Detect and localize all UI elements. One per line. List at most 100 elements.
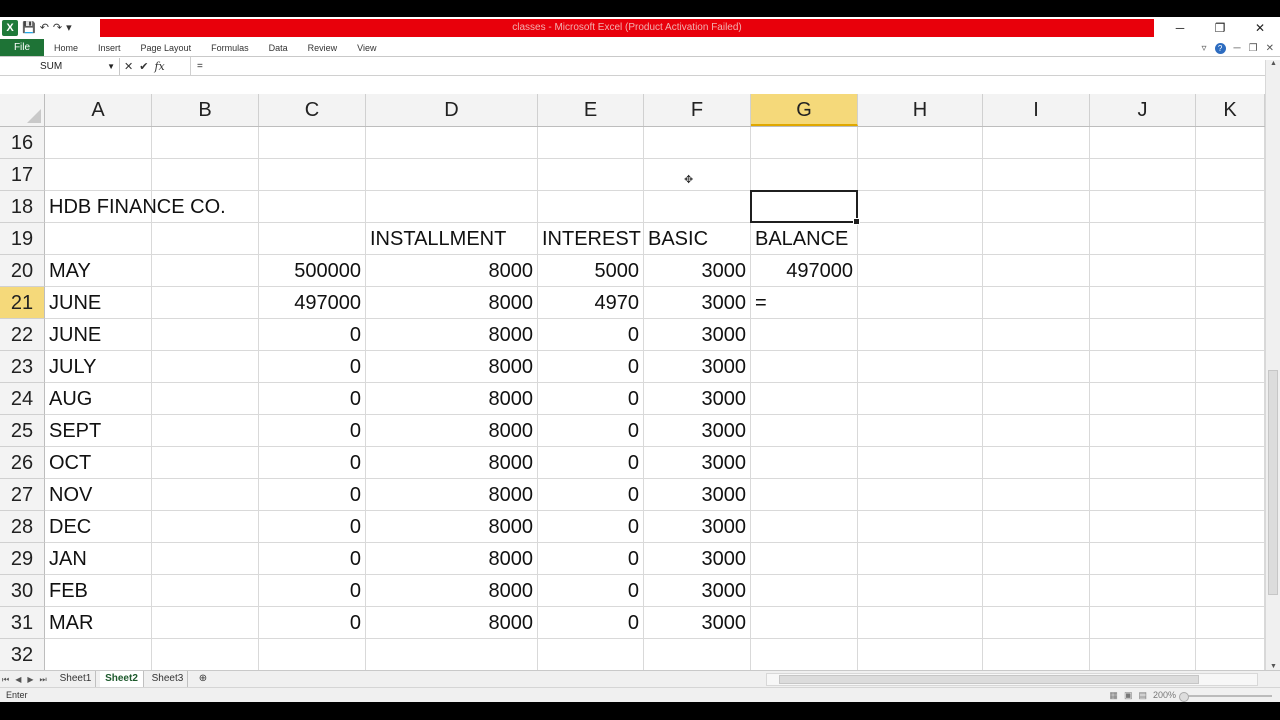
cell-h28[interactable] <box>858 511 983 543</box>
cell-a25[interactable]: SEPT <box>45 415 152 447</box>
cell-i27[interactable] <box>983 479 1090 511</box>
enter-icon[interactable]: ✔ <box>139 60 148 73</box>
cell-d28[interactable]: 8000 <box>366 511 538 543</box>
column-header-e[interactable]: E <box>538 94 644 126</box>
name-box[interactable]: SUM ▼ <box>0 58 120 75</box>
cell-b21[interactable] <box>152 287 259 319</box>
row-header-24[interactable]: 24 <box>0 383 45 415</box>
cell-f17[interactable] <box>644 159 751 191</box>
column-header-c[interactable]: C <box>259 94 366 126</box>
column-header-a[interactable]: A <box>45 94 152 126</box>
cell-d23[interactable]: 8000 <box>366 351 538 383</box>
cell-g22[interactable] <box>751 319 858 351</box>
cell-j20[interactable] <box>1090 255 1196 287</box>
minimize-ribbon-icon[interactable]: ▿ <box>1202 43 1207 54</box>
cell-c23[interactable]: 0 <box>259 351 366 383</box>
workbook-restore-icon[interactable]: ❐ <box>1249 43 1258 54</box>
insert-function-icon[interactable]: fx <box>154 60 164 73</box>
cell-j21[interactable] <box>1090 287 1196 319</box>
restore-button[interactable]: ❐ <box>1200 17 1240 39</box>
row-header-31[interactable]: 31 <box>0 607 45 639</box>
cell-c18[interactable] <box>259 191 366 223</box>
excel-logo-icon[interactable]: X <box>2 20 18 36</box>
cell-c16[interactable] <box>259 127 366 159</box>
tab-view[interactable]: View <box>347 39 386 56</box>
vertical-scrollbar[interactable]: ▲ ▼ <box>1265 60 1280 670</box>
cell-e21[interactable]: 4970 <box>538 287 644 319</box>
cell-j26[interactable] <box>1090 447 1196 479</box>
tab-home[interactable]: Home <box>44 39 88 56</box>
cell-j25[interactable] <box>1090 415 1196 447</box>
cell-g23[interactable] <box>751 351 858 383</box>
cell-f31[interactable]: 3000 <box>644 607 751 639</box>
cell-d29[interactable]: 8000 <box>366 543 538 575</box>
cell-b19[interactable] <box>152 223 259 255</box>
cell-h30[interactable] <box>858 575 983 607</box>
cell-d18[interactable] <box>366 191 538 223</box>
cell-c26[interactable]: 0 <box>259 447 366 479</box>
last-sheet-icon[interactable]: ⏭ <box>40 671 47 688</box>
cell-f24[interactable]: 3000 <box>644 383 751 415</box>
normal-view-icon[interactable]: ▦ <box>1109 688 1118 703</box>
cell-d16[interactable] <box>366 127 538 159</box>
cell-c20[interactable]: 500000 <box>259 255 366 287</box>
column-header-g[interactable]: G <box>751 94 858 126</box>
cell-e25[interactable]: 0 <box>538 415 644 447</box>
row-header-17[interactable]: 17 <box>0 159 45 191</box>
cell-d32[interactable] <box>366 639 538 670</box>
cell-b31[interactable] <box>152 607 259 639</box>
cell-e17[interactable] <box>538 159 644 191</box>
cell-f23[interactable]: 3000 <box>644 351 751 383</box>
cell-e16[interactable] <box>538 127 644 159</box>
cell-j22[interactable] <box>1090 319 1196 351</box>
cell-c28[interactable]: 0 <box>259 511 366 543</box>
cell-j30[interactable] <box>1090 575 1196 607</box>
column-header-j[interactable]: J <box>1090 94 1196 126</box>
cell-k19[interactable] <box>1196 223 1265 255</box>
cell-d27[interactable]: 8000 <box>366 479 538 511</box>
cell-c22[interactable]: 0 <box>259 319 366 351</box>
cell-d21[interactable]: 8000 <box>366 287 538 319</box>
cell-d20[interactable]: 8000 <box>366 255 538 287</box>
cell-e26[interactable]: 0 <box>538 447 644 479</box>
sheet-tab-sheet1[interactable]: Sheet1 <box>56 671 96 687</box>
cell-d31[interactable]: 8000 <box>366 607 538 639</box>
cell-i19[interactable] <box>983 223 1090 255</box>
cell-i20[interactable] <box>983 255 1090 287</box>
cell-k20[interactable] <box>1196 255 1265 287</box>
formula-input[interactable]: = <box>190 57 1264 76</box>
cell-g32[interactable] <box>751 639 858 670</box>
cell-a19[interactable] <box>45 223 152 255</box>
cell-k22[interactable] <box>1196 319 1265 351</box>
row-header-28[interactable]: 28 <box>0 511 45 543</box>
cell-a27[interactable]: NOV <box>45 479 152 511</box>
cell-g21[interactable]: = <box>751 287 858 319</box>
cell-j28[interactable] <box>1090 511 1196 543</box>
cell-g27[interactable] <box>751 479 858 511</box>
cell-e19[interactable]: INTEREST <box>538 223 644 255</box>
cell-e22[interactable]: 0 <box>538 319 644 351</box>
prev-sheet-icon[interactable]: ◀ <box>15 671 21 688</box>
cell-e23[interactable]: 0 <box>538 351 644 383</box>
cell-e27[interactable]: 0 <box>538 479 644 511</box>
cell-h17[interactable] <box>858 159 983 191</box>
cell-a23[interactable]: JULY <box>45 351 152 383</box>
next-sheet-icon[interactable]: ▶ <box>27 671 33 688</box>
cell-c19[interactable] <box>259 223 366 255</box>
cell-a17[interactable] <box>45 159 152 191</box>
cell-d17[interactable] <box>366 159 538 191</box>
cell-k24[interactable] <box>1196 383 1265 415</box>
cell-k17[interactable] <box>1196 159 1265 191</box>
cell-b32[interactable] <box>152 639 259 670</box>
row-header-21[interactable]: 21 <box>0 287 45 319</box>
cell-f21[interactable]: 3000 <box>644 287 751 319</box>
cell-k31[interactable] <box>1196 607 1265 639</box>
cell-b27[interactable] <box>152 479 259 511</box>
row-header-20[interactable]: 20 <box>0 255 45 287</box>
help-icon[interactable]: ? <box>1214 42 1226 54</box>
cell-b26[interactable] <box>152 447 259 479</box>
cell-e18[interactable] <box>538 191 644 223</box>
cell-a20[interactable]: MAY <box>45 255 152 287</box>
cell-d19[interactable]: INSTALLMENT <box>366 223 538 255</box>
cell-i30[interactable] <box>983 575 1090 607</box>
